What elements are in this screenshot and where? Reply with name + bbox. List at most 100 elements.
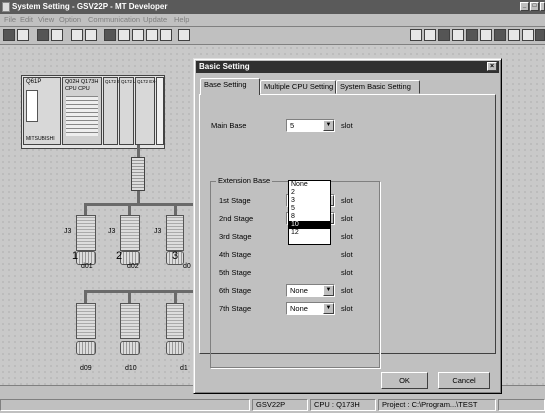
servo-amp-1[interactable]	[76, 215, 96, 251]
axis-number-2: 2	[116, 250, 123, 262]
axis-label-d09: d09	[80, 365, 92, 372]
stage-7-select[interactable]: None ▼	[286, 302, 335, 315]
status-cpu: CPU : Q173H	[310, 399, 376, 411]
dropdown-option-2[interactable]: 2	[289, 189, 330, 197]
help-icon[interactable]	[178, 29, 190, 41]
tool-d-icon[interactable]	[452, 29, 464, 41]
dropdown-option-8[interactable]: 8	[289, 213, 330, 221]
menu-file[interactable]: File	[4, 15, 16, 24]
dropdown-option-none[interactable]: None	[289, 181, 330, 189]
chart-icon[interactable]	[132, 29, 144, 41]
dropdown-option-3[interactable]: 3	[289, 197, 330, 205]
stage-4-label: 4th Stage	[219, 250, 252, 259]
dropdown-option-5[interactable]: 5	[289, 205, 330, 213]
menu-help[interactable]: Help	[174, 15, 189, 24]
axis-number-3: 3	[172, 250, 179, 262]
window-title: System Setting - GSV22P - MT Developer	[12, 2, 168, 11]
slot-module-3[interactable]: Q172 EX-S1	[135, 77, 162, 145]
servo-amp-10[interactable]	[120, 303, 140, 339]
servo-motor-11[interactable]	[166, 341, 184, 355]
tool-f-icon[interactable]	[480, 29, 492, 41]
servo-amp-9[interactable]	[76, 303, 96, 339]
tool-c-icon[interactable]	[438, 29, 450, 41]
app-icon	[2, 2, 10, 12]
chevron-down-icon[interactable]: ▼	[323, 285, 334, 296]
stage-3-label: 3rd Stage	[219, 232, 252, 241]
maximize-button[interactable]: □	[530, 2, 539, 11]
stage-5-unit: slot	[341, 268, 353, 277]
menu-communication[interactable]: Communication	[88, 15, 140, 24]
tool-j-icon[interactable]	[535, 29, 545, 41]
grid-icon[interactable]	[104, 29, 116, 41]
menu-edit[interactable]: Edit	[20, 15, 33, 24]
servo-amp-11[interactable]	[166, 303, 184, 339]
window-icon[interactable]	[146, 29, 158, 41]
stage-2-dropdown-list[interactable]: None 2 3 5 8 10 12	[288, 180, 331, 245]
servo-amp-3[interactable]	[166, 215, 184, 251]
minimize-button[interactable]: _	[520, 2, 529, 11]
tab-system-basic-setting[interactable]: System Basic Setting	[336, 80, 420, 94]
chevron-down-icon[interactable]: ▼	[323, 120, 334, 131]
tab-base-setting[interactable]: Base Setting	[200, 78, 260, 95]
main-base-label: Main Base	[211, 121, 247, 130]
main-base-select[interactable]: 5 ▼	[286, 119, 335, 132]
tool-e-icon[interactable]	[466, 29, 478, 41]
menu-update[interactable]: Update	[143, 15, 167, 24]
menu-bar: File Edit View Option Communication Upda…	[0, 14, 545, 27]
toolbar	[0, 27, 545, 45]
title-bar: System Setting - GSV22P - MT Developer _…	[0, 0, 545, 14]
main-base-unit: slot	[341, 121, 353, 130]
tool-a-icon[interactable]	[410, 29, 422, 41]
ok-button[interactable]: OK	[381, 372, 428, 389]
cancel-button[interactable]: Cancel	[438, 372, 490, 389]
axis-number-1: 1	[72, 250, 79, 262]
tool-g-icon[interactable]	[494, 29, 506, 41]
stage-1-label: 1st Stage	[219, 196, 251, 205]
stage-1-unit: slot	[341, 196, 353, 205]
axis-label-d11: d1	[180, 365, 188, 372]
network-module[interactable]	[131, 157, 145, 191]
stage-3-unit: slot	[341, 232, 353, 241]
basic-setting-dialog: Basic Setting × Base Setting Multiple CP…	[193, 58, 502, 394]
tab-multiple-cpu-setting[interactable]: Multiple CPU Setting	[260, 80, 336, 94]
extension-base-label: Extension Base	[216, 176, 273, 185]
dialog-title-bar: Basic Setting ×	[196, 61, 499, 73]
menu-option[interactable]: Option	[59, 15, 81, 24]
power-module[interactable]: Q61P MITSUBISHI	[23, 77, 61, 145]
dropdown-option-10[interactable]: 10	[289, 221, 330, 229]
save-icon[interactable]	[51, 29, 63, 41]
servo-amp-2[interactable]	[120, 215, 140, 251]
slot-module-2[interactable]: Q172 LX	[119, 77, 139, 145]
table-icon[interactable]	[118, 29, 130, 41]
stage-5-label: 5th Stage	[219, 268, 252, 277]
open-icon[interactable]	[37, 29, 49, 41]
stage-7-unit: slot	[341, 304, 353, 313]
undo-icon[interactable]	[71, 29, 83, 41]
new-icon[interactable]	[3, 29, 15, 41]
stage-6-select[interactable]: None ▼	[286, 284, 335, 297]
servo-motor-10[interactable]	[120, 341, 140, 355]
tool-b-icon[interactable]	[424, 29, 436, 41]
slot-module-1[interactable]: Q172 EX	[103, 77, 123, 145]
axis-label-d01: d01	[81, 263, 93, 270]
axis-label-d10: d10	[125, 365, 137, 372]
chevron-down-icon[interactable]: ▼	[323, 303, 334, 314]
servo-motor-9[interactable]	[76, 341, 96, 355]
tool-i-icon[interactable]	[522, 29, 534, 41]
base-setting-panel: Main Base 5 ▼ slot Extension Base 1st St…	[199, 94, 496, 368]
print-icon[interactable]	[17, 29, 29, 41]
status-project-name: GSV22P	[252, 399, 308, 411]
brand-label: MITSUBISHI	[26, 136, 55, 142]
menu-view[interactable]: View	[38, 15, 54, 24]
rack-end	[156, 77, 164, 145]
tool-h-icon[interactable]	[508, 29, 520, 41]
dialog-close-button[interactable]: ×	[487, 62, 497, 71]
stage-2-label: 2nd Stage	[219, 214, 254, 223]
close-window-button[interactable]	[540, 2, 545, 11]
redo-icon[interactable]	[85, 29, 97, 41]
cpu-module[interactable]: Q02H Q173H CPU CPU	[62, 77, 102, 145]
dropdown-option-12[interactable]: 12	[289, 229, 330, 237]
cursor-icon[interactable]	[160, 29, 172, 41]
dialog-title: Basic Setting	[199, 62, 250, 71]
stage-4-unit: slot	[341, 250, 353, 259]
